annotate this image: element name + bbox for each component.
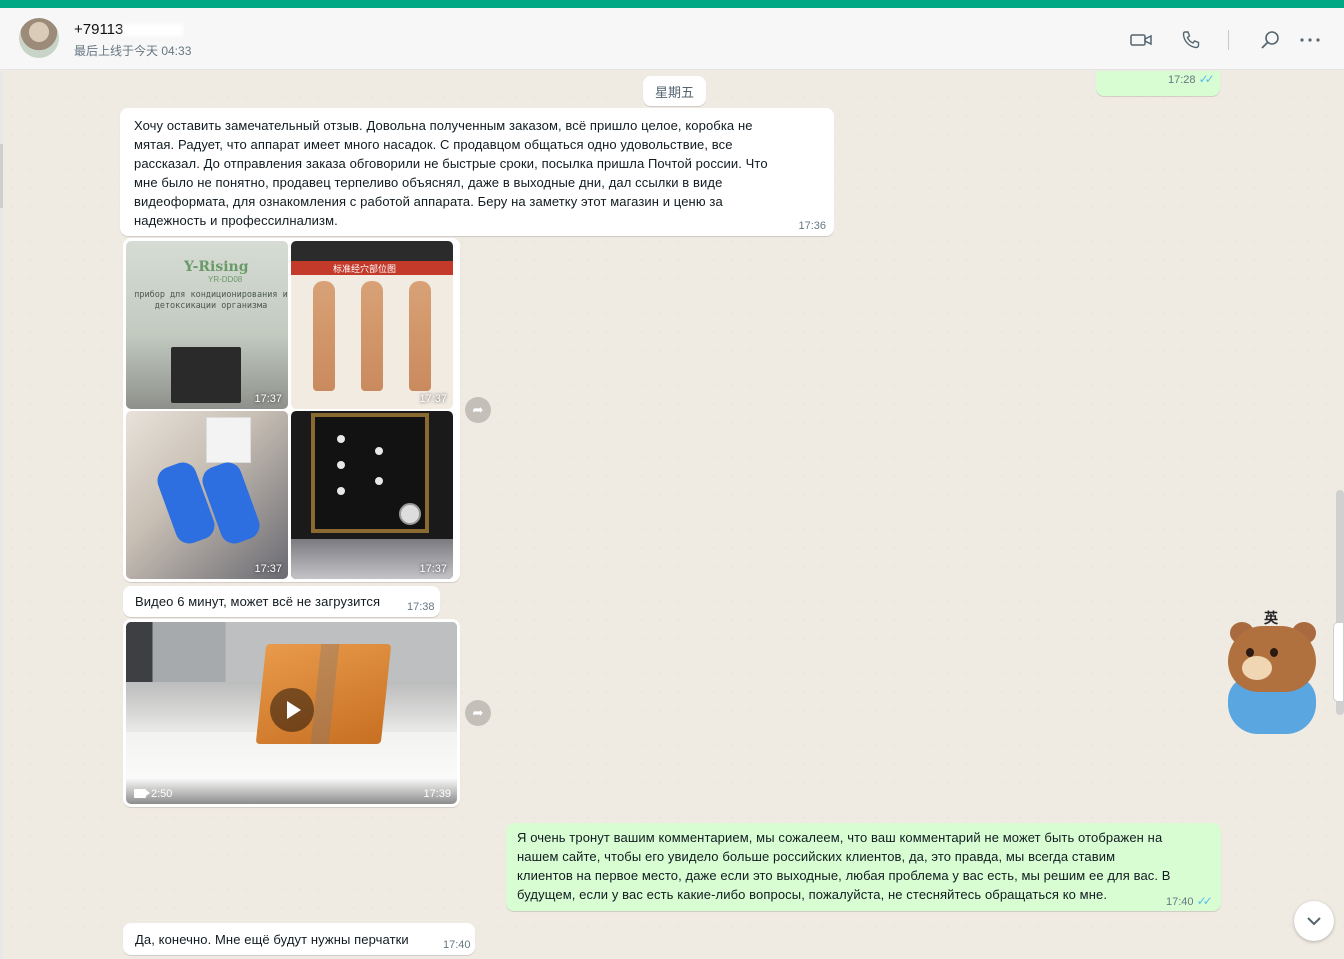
chevron-down-icon: [1307, 917, 1321, 926]
message-time: 17:40: [443, 939, 471, 951]
poster-figure: [361, 281, 383, 391]
video-time: 17:39: [423, 788, 451, 800]
poster-title-bar: 标准经穴部位图: [291, 261, 453, 275]
panel-knob: [337, 487, 345, 495]
video-camera-icon: [134, 789, 150, 798]
message-bubble-incoming[interactable]: Видео 6 минут, может всё не загрузится 1…: [123, 586, 440, 617]
voice-call-icon[interactable]: [1179, 28, 1203, 52]
bear-muzzle: [1242, 656, 1272, 680]
message-time: 17:28 ✓✓: [1168, 72, 1215, 86]
message-bubble-outgoing-sticker[interactable]: 17:28 ✓✓: [1096, 71, 1220, 96]
chat-header: +79113 最后上线于今天 04:33: [0, 8, 1344, 70]
read-ticks-icon: ✓✓: [1196, 894, 1213, 908]
photo-white-box: [206, 417, 251, 463]
message-text: Видео 6 минут, может всё не загрузится: [135, 594, 381, 609]
poster-figure: [409, 281, 431, 391]
message-text: Я очень тронут вашим комментарием, мы со…: [517, 830, 1171, 902]
video-footer-gradient: [126, 778, 457, 804]
poster-figure: [313, 281, 335, 391]
message-text: Да, конечно. Мне ещё будут нужны перчатк…: [135, 932, 409, 947]
album-photo-device-box[interactable]: Y-Rising YR-DD08 прибор для кондициониро…: [126, 241, 288, 409]
last-seen-status: 最后上线于今天 04:33: [74, 44, 192, 58]
message-bubble-incoming-review[interactable]: Хочу оставить замечательный отзыв. Довол…: [120, 108, 834, 236]
video-thumbnail[interactable]: 2:50 17:39: [126, 622, 457, 804]
bear-eye: [1246, 648, 1254, 657]
photo-caption-text: прибор для кондиционирования и детоксика…: [134, 290, 288, 311]
message-time: 17:38: [407, 601, 435, 613]
panel-knob: [375, 447, 383, 455]
album-photo-acupuncture-poster[interactable]: 标准经穴部位图 17:37: [291, 241, 453, 409]
bear-eye: [1270, 648, 1278, 657]
album-photo-accessories[interactable]: 17:37: [126, 411, 288, 579]
bear-head: [1228, 626, 1316, 692]
forward-icon[interactable]: ➦: [465, 397, 491, 423]
photo-device-shape: [171, 347, 241, 403]
message-bubble-incoming[interactable]: Да, конечно. Мне ещё будут нужны перчатк…: [123, 923, 475, 955]
mascot-badge: 英: [1264, 610, 1278, 626]
video-call-icon[interactable]: [1129, 28, 1153, 52]
photo-album[interactable]: Y-Rising YR-DD08 прибор для кондициониро…: [123, 238, 460, 582]
app-accent-bar: [0, 0, 1344, 8]
photo-time: 17:37: [254, 563, 282, 575]
photo-time: 17:37: [419, 393, 447, 405]
search-icon[interactable]: [1258, 28, 1282, 52]
side-widget-tab[interactable]: [1333, 622, 1344, 702]
forward-icon[interactable]: ➦: [465, 700, 491, 726]
mascot-bear-sticker[interactable]: 英: [1220, 610, 1330, 744]
header-divider: [1228, 30, 1229, 50]
photo-time: 17:37: [419, 563, 447, 575]
message-time: 17:40 ✓✓: [1166, 894, 1213, 908]
message-text: Хочу оставить замечательный отзыв. Довол…: [134, 118, 768, 228]
play-icon[interactable]: [270, 688, 314, 732]
scroll-to-bottom-button[interactable]: [1294, 901, 1334, 941]
photo-brand-text: Y-Rising: [184, 259, 249, 275]
photo-model-text: YR-DD08: [208, 275, 243, 284]
contact-avatar[interactable]: [19, 18, 59, 58]
video-message[interactable]: 2:50 17:39: [123, 619, 460, 807]
read-ticks-icon: ✓✓: [1198, 72, 1215, 86]
photo-time: 17:37: [254, 393, 282, 405]
panel-knob: [375, 477, 383, 485]
message-time: 17:36: [798, 220, 826, 232]
photo-gauge: [399, 503, 421, 525]
date-separator: 星期五: [643, 76, 706, 106]
chat-pane[interactable]: 17:28 ✓✓ 星期五 Хочу оставить замечательный…: [3, 71, 1344, 959]
poster-title: 标准经穴部位图: [333, 264, 397, 274]
video-duration: 2:50: [151, 788, 173, 800]
panel-knob: [337, 461, 345, 469]
message-bubble-outgoing-reply[interactable]: Я очень тронут вашим комментарием, мы со…: [506, 823, 1221, 911]
redacted-number-blur: [123, 24, 184, 37]
more-icon[interactable]: [1298, 28, 1322, 52]
panel-knob: [337, 435, 345, 443]
album-photo-control-panel[interactable]: 17:37: [291, 411, 453, 579]
contact-name[interactable]: +79113: [74, 21, 184, 38]
